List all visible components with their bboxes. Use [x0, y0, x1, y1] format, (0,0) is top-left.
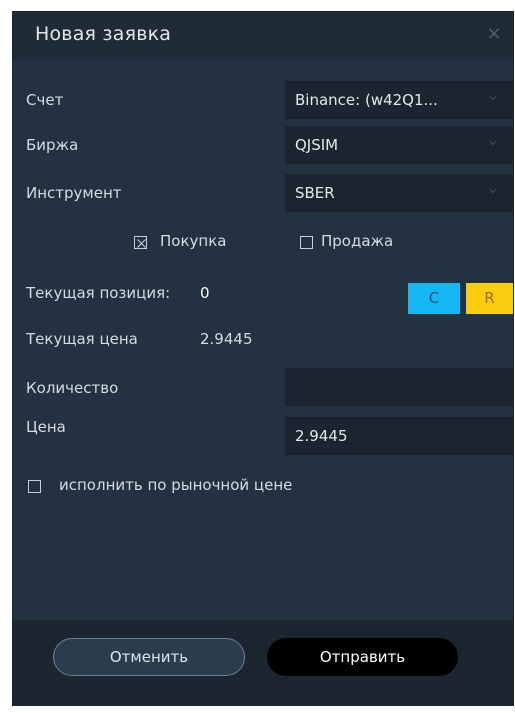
- checkbox-unchecked-icon: [301, 237, 314, 250]
- chevron-down-icon: [489, 96, 497, 101]
- instrument-value: SBER: [295, 184, 335, 202]
- position-value: 0: [200, 284, 210, 302]
- market-checkbox[interactable]: [28, 480, 41, 493]
- market-label[interactable]: исполнить по рыночной цене: [59, 476, 292, 494]
- exchange-select[interactable]: QJSIM: [285, 126, 513, 164]
- sell-label[interactable]: Продажа: [321, 232, 393, 250]
- sell-checkbox[interactable]: [300, 236, 313, 249]
- current-price-value: 2.9445: [200, 330, 253, 348]
- price-input[interactable]: 2.9445: [285, 417, 513, 455]
- checkbox-checked-icon: [137, 239, 146, 248]
- quantity-input[interactable]: [285, 368, 513, 406]
- account-value: Binance: (w42Q1...: [295, 91, 438, 109]
- quantity-label: Количество: [26, 379, 119, 397]
- send-button[interactable]: Отправить: [267, 638, 458, 676]
- new-order-dialog: Новая заявка × Счет Binance: (w42Q1... Б…: [13, 12, 513, 705]
- r-button[interactable]: R: [466, 283, 513, 314]
- price-value: 2.9445: [295, 427, 348, 445]
- title-bar: Новая заявка ×: [13, 12, 513, 60]
- instrument-label: Инструмент: [26, 184, 122, 202]
- exchange-value: QJSIM: [295, 136, 339, 154]
- position-label: Текущая позиция:: [26, 284, 171, 302]
- dialog-title: Новая заявка: [35, 23, 172, 45]
- buy-checkbox[interactable]: [134, 236, 147, 249]
- instrument-select[interactable]: SBER: [285, 174, 513, 212]
- current-price-label: Текущая цена: [26, 330, 138, 348]
- checkbox-unchecked-icon: [29, 481, 42, 494]
- chevron-down-icon: [489, 189, 497, 194]
- c-button[interactable]: C: [408, 283, 460, 314]
- account-label: Счет: [26, 91, 64, 109]
- cancel-button[interactable]: Отменить: [53, 638, 245, 676]
- close-icon[interactable]: ×: [485, 25, 503, 43]
- price-label: Цена: [26, 418, 66, 436]
- chevron-down-icon: [489, 141, 497, 146]
- account-select[interactable]: Binance: (w42Q1...: [285, 81, 513, 119]
- exchange-label: Биржа: [26, 136, 79, 154]
- buy-label[interactable]: Покупка: [160, 232, 226, 250]
